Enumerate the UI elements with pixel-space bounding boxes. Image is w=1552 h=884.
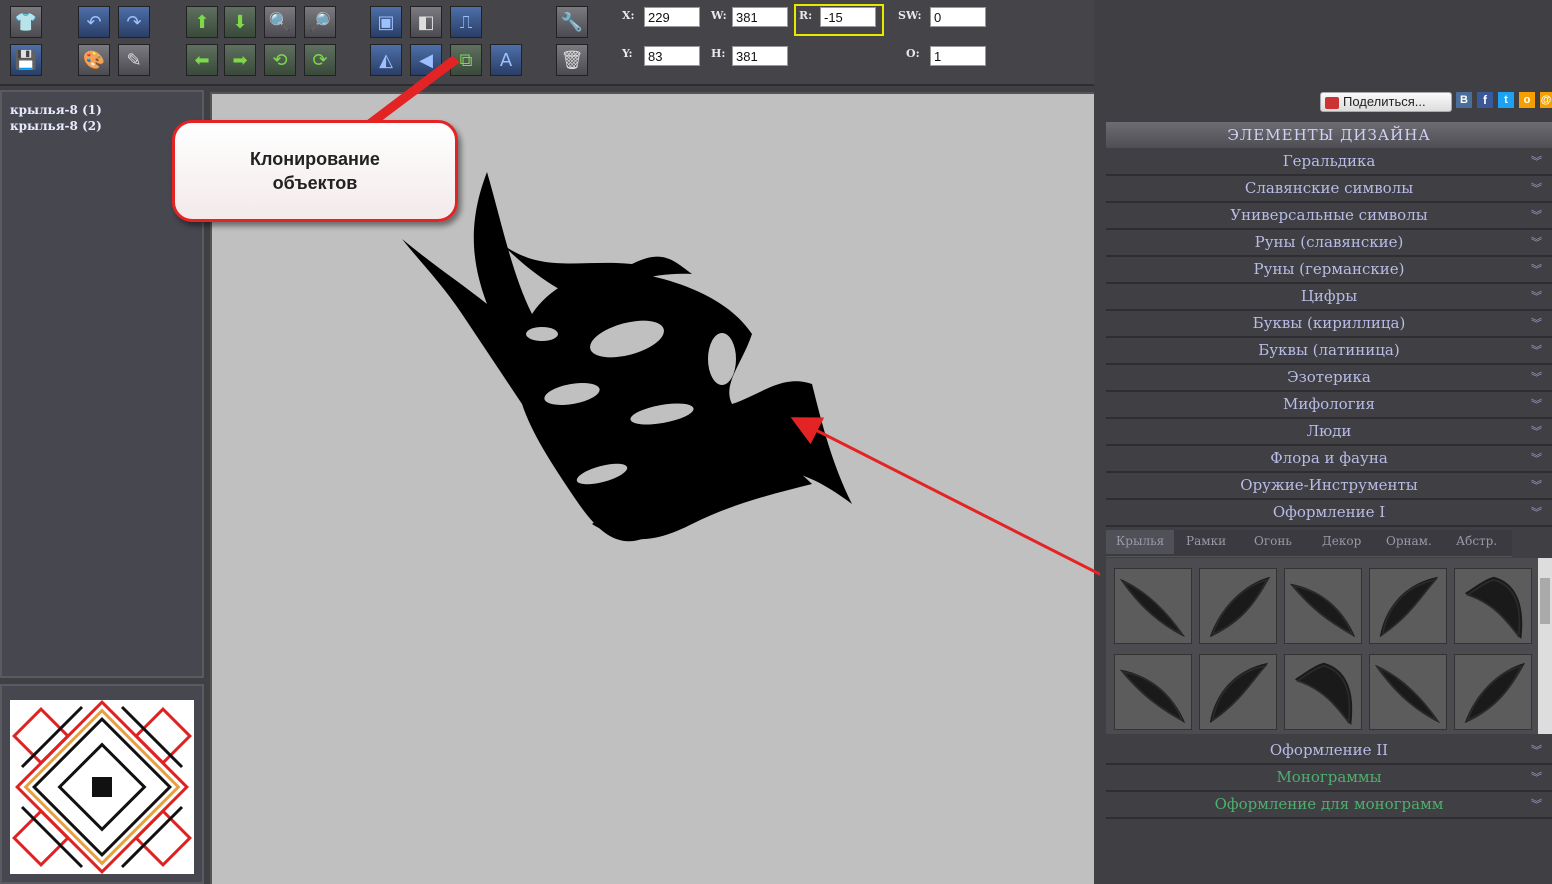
accordion-section-label: Мифология: [1282, 395, 1375, 413]
share-icon: [1325, 96, 1339, 109]
wing-thumbnail[interactable]: [1284, 568, 1362, 644]
clone-callout: Клонирование объектов: [172, 120, 458, 222]
callout-line1: Клонирование: [250, 149, 380, 169]
accordion-section[interactable]: Руны (германские) ︾: [1106, 257, 1552, 284]
wings-thumbnail-grid: [1106, 558, 1552, 734]
tab-ornament[interactable]: Орнам.: [1376, 530, 1442, 554]
accordion-section-label: Флора и фауна: [1270, 449, 1388, 467]
wing-thumbnail[interactable]: [1199, 654, 1277, 730]
share-button[interactable]: Поделиться...: [1320, 92, 1452, 112]
accordion-section[interactable]: Люди ︾: [1106, 419, 1552, 446]
tab-frames[interactable]: Рамки: [1176, 530, 1236, 554]
wing-thumbnail[interactable]: [1199, 568, 1277, 644]
accordion-section-label: Буквы (латиница): [1258, 341, 1400, 359]
wing-thumbnail[interactable]: [1369, 654, 1447, 730]
accordion-section[interactable]: Оформление II ︾: [1106, 738, 1552, 765]
tab-decor[interactable]: Декор: [1312, 530, 1371, 554]
thumbnail-scrollbar[interactable]: [1538, 558, 1552, 734]
chevron-down-icon: ︾: [1531, 236, 1542, 249]
accordion-section[interactable]: Оформление для монограмм ︾: [1106, 792, 1552, 819]
callout-pointer: [362, 56, 460, 124]
accordion-section[interactable]: Флора и фауна ︾: [1106, 446, 1552, 473]
vk-icon[interactable]: B: [1456, 92, 1472, 108]
wing-icon: [1464, 662, 1526, 724]
chevron-down-icon: ︾: [1531, 798, 1542, 811]
twitter-icon[interactable]: t: [1498, 92, 1514, 108]
wing-icon: [1119, 578, 1186, 638]
accordion-section-label: Эзотерика: [1287, 368, 1371, 386]
scrollbar-thumb[interactable]: [1540, 578, 1550, 624]
design-elements-title: ЭЛЕМЕНТЫ ДИЗАЙНА: [1106, 122, 1552, 148]
accordion-section[interactable]: Славянские символы ︾: [1106, 176, 1552, 203]
accordion-section[interactable]: Буквы (кириллица) ︾: [1106, 311, 1552, 338]
chevron-down-icon: ︾: [1531, 425, 1542, 438]
mail-icon[interactable]: @: [1540, 92, 1552, 108]
wing-icon: [1374, 664, 1441, 724]
subtab-bar: Крылья Рамки Огонь Декор Орнам. Абстр.: [1106, 530, 1512, 557]
wing-thumbnail[interactable]: [1369, 568, 1447, 644]
wing-thumbnail[interactable]: [1114, 568, 1192, 644]
wing-thumbnail[interactable]: [1454, 568, 1532, 644]
accordion-section[interactable]: Монограммы ︾: [1106, 765, 1552, 792]
chevron-down-icon: ︾: [1531, 371, 1542, 384]
accordion-section[interactable]: Цифры ︾: [1106, 284, 1552, 311]
accordion-section-label: Славянские символы: [1244, 179, 1414, 197]
wing-icon: [1464, 576, 1523, 640]
chevron-down-icon: ︾: [1531, 344, 1542, 357]
chevron-down-icon: ︾: [1531, 290, 1542, 303]
wing-thumbnail[interactable]: [1454, 654, 1532, 730]
design-elements-panel: Поделиться... B f t o @ ЭЛЕМЕНТЫ ДИЗАЙНА…: [1100, 90, 1552, 884]
tab-wings[interactable]: Крылья: [1106, 530, 1175, 554]
wing-icon: [1294, 662, 1353, 726]
chevron-down-icon: ︾: [1531, 263, 1542, 276]
chevron-down-icon: ︾: [1531, 452, 1542, 465]
accordion-section-label: Люди: [1306, 422, 1352, 440]
wing-thumbnail[interactable]: [1284, 654, 1362, 730]
accordion-section-label: Оружие-Инструменты: [1240, 476, 1418, 494]
accordion-section-label: Оформление I: [1272, 503, 1386, 521]
wing-icon: [1209, 576, 1271, 638]
accordion-section[interactable]: Руны (славянские) ︾: [1106, 230, 1552, 257]
accordion-section[interactable]: Буквы (латиница) ︾: [1106, 338, 1552, 365]
accordion-section[interactable]: Оружие-Инструменты ︾: [1106, 473, 1552, 500]
chevron-down-icon: ︾: [1531, 398, 1542, 411]
tab-fire[interactable]: Огонь: [1244, 530, 1302, 554]
accordion-section-label: Буквы (кириллица): [1252, 314, 1406, 332]
chevron-down-icon: ︾: [1531, 182, 1542, 195]
chevron-down-icon: ︾: [1531, 155, 1542, 168]
accordion-section[interactable]: Универсальные символы ︾: [1106, 203, 1552, 230]
wing-icon: [1119, 669, 1186, 724]
chevron-down-icon: ︾: [1531, 744, 1542, 757]
facebook-icon[interactable]: f: [1477, 92, 1493, 108]
wing-icon: [1209, 662, 1269, 724]
chevron-down-icon: ︾: [1531, 506, 1542, 519]
tab-abstract[interactable]: Абстр.: [1446, 530, 1507, 554]
accordion-section-label: Руны (славянские): [1254, 233, 1404, 251]
accordion-section-label: Цифры: [1300, 287, 1358, 305]
callout-line2: объектов: [272, 173, 358, 193]
chevron-down-icon: ︾: [1531, 771, 1542, 784]
wing-thumbnail[interactable]: [1114, 654, 1192, 730]
accordion-section-label: Геральдика: [1282, 152, 1376, 170]
wing-icon: [1289, 583, 1356, 638]
accordion-section-label: Универсальные символы: [1230, 206, 1428, 224]
accordion-section[interactable]: Мифология ︾: [1106, 392, 1552, 419]
accordion-section-label: Оформление II: [1269, 741, 1389, 759]
accordion-section-label: Монограммы: [1276, 768, 1382, 786]
chevron-down-icon: ︾: [1531, 317, 1542, 330]
accordion-section-label: Оформление для монограмм: [1214, 795, 1444, 813]
chevron-down-icon: ︾: [1531, 209, 1542, 222]
accordion-section-label: Руны (германские): [1253, 260, 1405, 278]
odnoklassniki-icon[interactable]: o: [1519, 92, 1535, 108]
accordion-section[interactable]: Оформление I ︾: [1106, 500, 1552, 527]
wing-icon: [1379, 576, 1439, 638]
accordion-section[interactable]: Эзотерика ︾: [1106, 365, 1552, 392]
chevron-down-icon: ︾: [1531, 479, 1542, 492]
accordion-section[interactable]: Геральдика ︾: [1106, 149, 1552, 176]
